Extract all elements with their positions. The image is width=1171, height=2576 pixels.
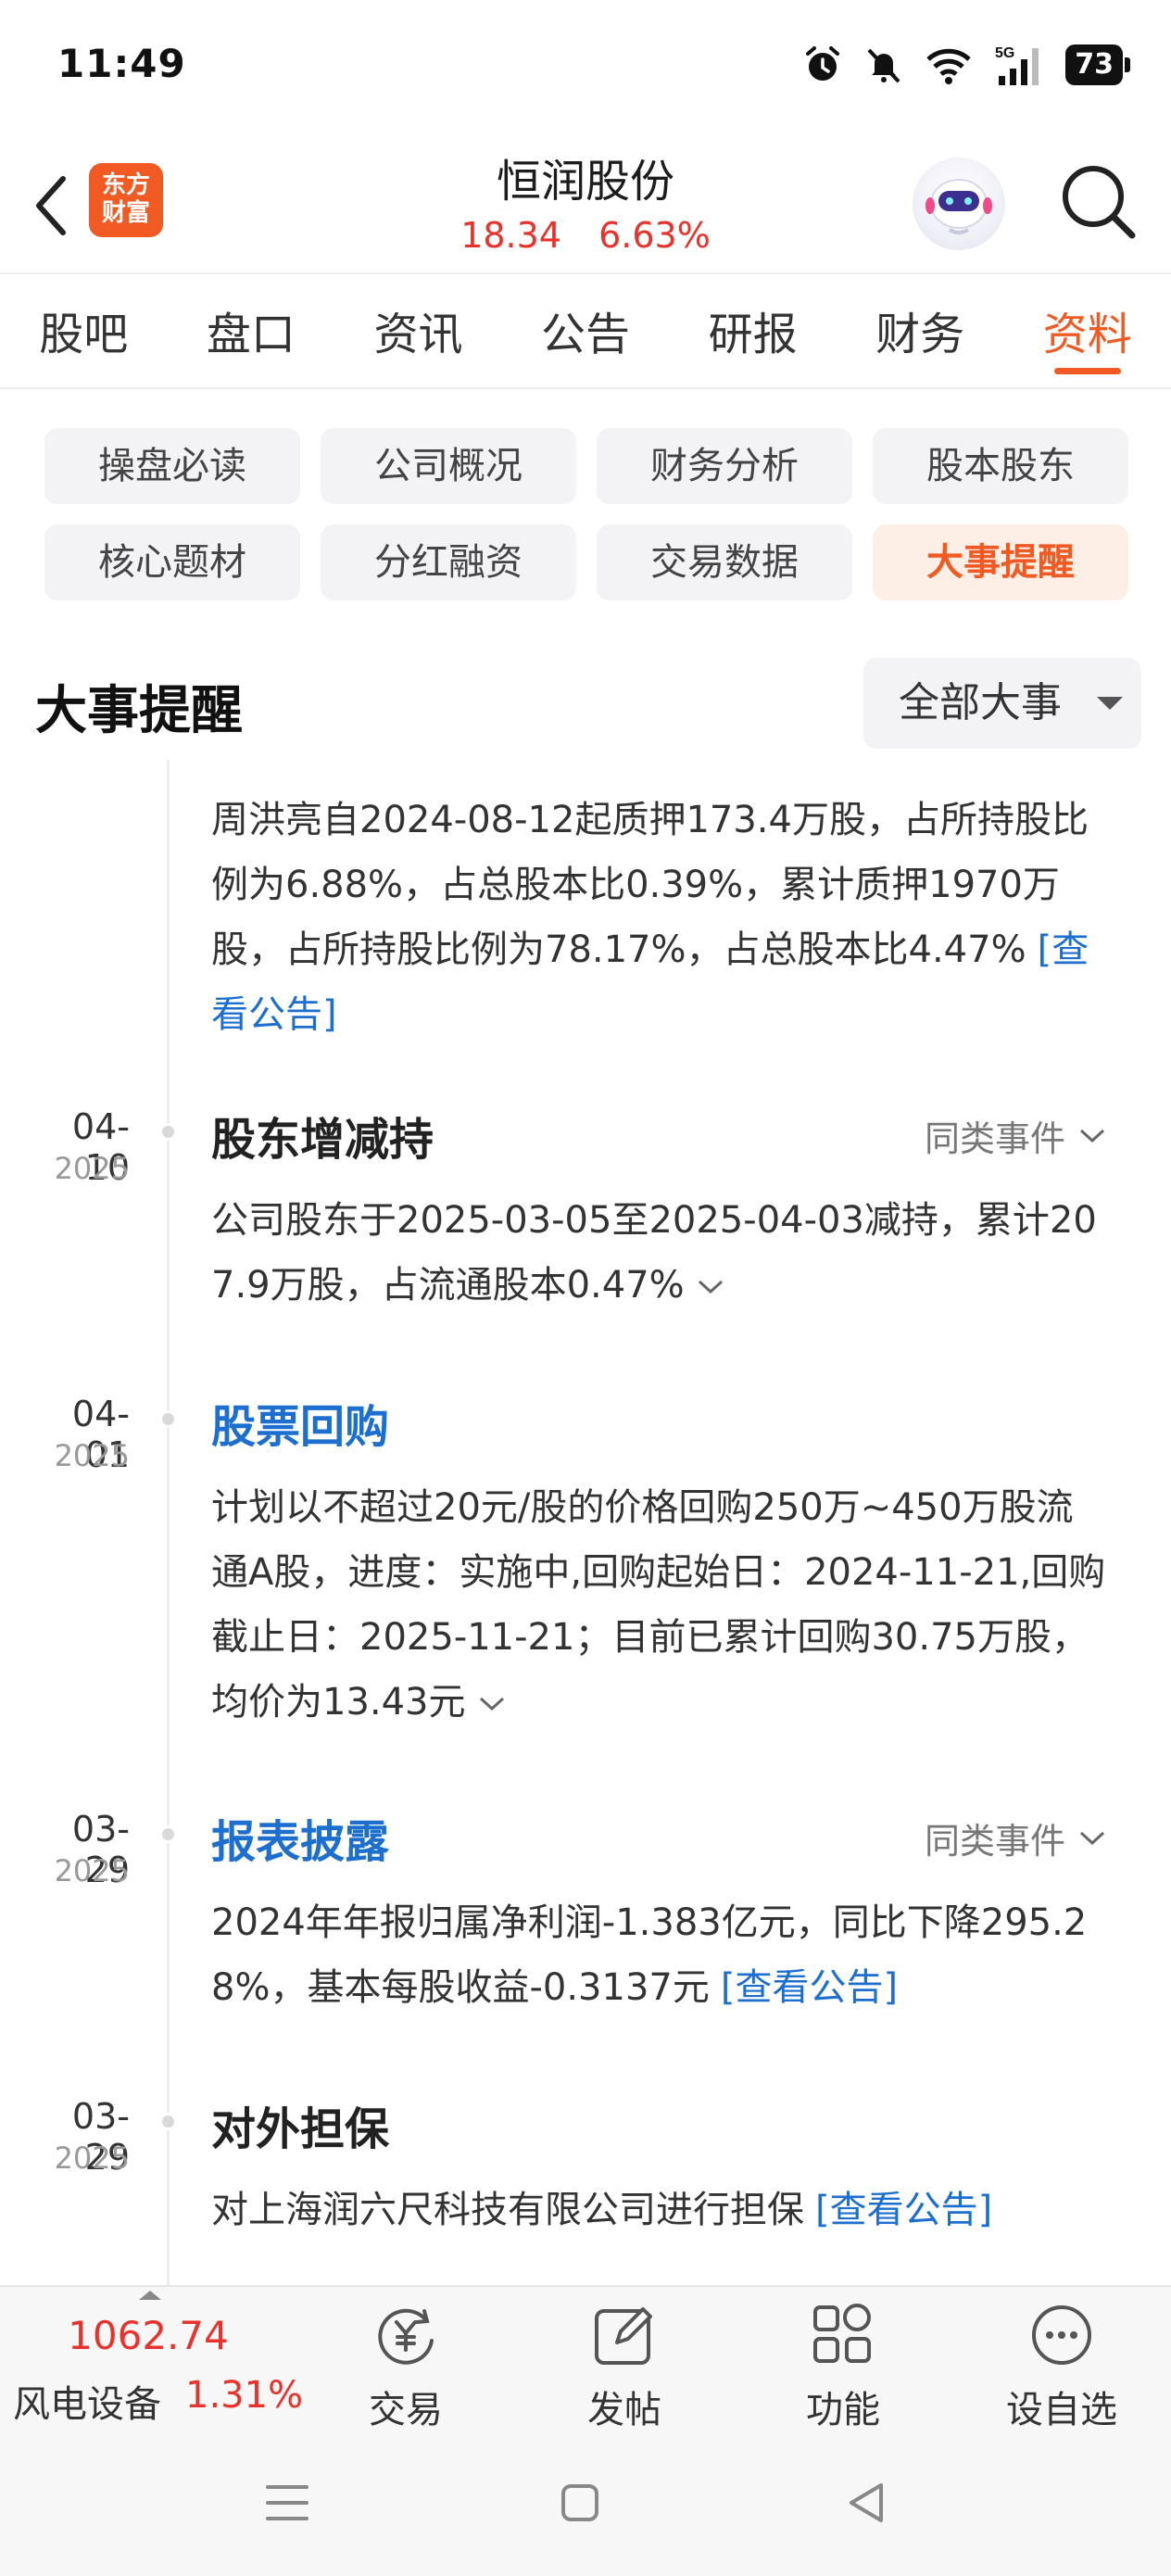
- post-label: 发帖: [587, 2389, 661, 2431]
- sector-index[interactable]: 1062.74 风电设备 1.31%: [0, 2287, 306, 2435]
- event-title-link[interactable]: 报表披露: [211, 1805, 389, 1870]
- submenu-dividends[interactable]: 分红融资: [321, 524, 576, 600]
- nav-home-button[interactable]: [543, 2470, 617, 2535]
- similar-events-label: 同类事件: [924, 1118, 1065, 1159]
- event-text: 对上海润六尺科技有限公司进行担保: [211, 2189, 804, 2231]
- search-icon: [1063, 166, 1136, 239]
- trade-button[interactable]: 交易: [332, 2300, 480, 2431]
- system-nav-bar: [0, 2433, 1171, 2576]
- event-description: 2024年年报归属净利润-1.383亿元，同比下降295.28%，基本每股收益-…: [211, 1890, 1110, 2020]
- watchlist-label: 设自选: [1006, 2389, 1117, 2431]
- sector-change: 1.31%: [185, 2374, 304, 2417]
- bottom-action-bar: 1062.74 风电设备 1.31% 交易 发帖 功能 设自选: [0, 2285, 1171, 2433]
- events-timeline: 周洪亮自2024-08-12起质押173.4万股，占所持股比例为6.88%，占总…: [0, 760, 1171, 2285]
- expand-chevron-icon[interactable]: [477, 1695, 507, 1713]
- caret-up-icon: [139, 2291, 161, 2300]
- event-filter-dropdown[interactable]: 全部大事: [863, 658, 1141, 749]
- timeline-dot: [159, 1123, 177, 1141]
- stock-change: 6.63%: [598, 215, 711, 256]
- event-title: 股东增减持: [211, 1114, 434, 1166]
- submenu-financial-analysis[interactable]: 财务分析: [597, 428, 852, 504]
- event-description: 计划以不超过20元/股的价格回购250万~450万股流通A股，进度：实施中,回购…: [211, 1475, 1110, 1735]
- tab-guba[interactable]: 股吧: [0, 276, 168, 387]
- section-title: 大事提醒: [35, 681, 243, 741]
- home-square-icon: [561, 2484, 598, 2521]
- edit-icon: [595, 2307, 652, 2365]
- submenu-major-events[interactable]: 大事提醒: [873, 524, 1128, 600]
- tab-news[interactable]: 资讯: [334, 276, 502, 387]
- chevron-down-icon: [1079, 1831, 1105, 1845]
- nav-back-button[interactable]: [830, 2470, 904, 2535]
- event-text: 公司股东于2025-03-05至2025-04-03减持，累计207.9万股，占…: [211, 1199, 1097, 1307]
- timeline-dot: [159, 1825, 177, 1843]
- functions-button[interactable]: 功能: [769, 2300, 917, 2431]
- alarm-icon: [806, 46, 840, 81]
- event-description: 对上海润六尺科技有限公司进行担保 [查看公告]: [211, 2178, 1110, 2242]
- trade-label: 交易: [369, 2389, 443, 2431]
- event-title: 对外担保: [211, 2103, 390, 2155]
- similar-events-button[interactable]: 同类事件: [925, 1110, 1106, 1161]
- event-text: 周洪亮自2024-08-12起质押173.4万股，占所持股比例为6.88%，占总…: [211, 799, 1089, 971]
- dropdown-arrow-icon: [1097, 697, 1123, 710]
- main-tabs: 股吧 盘口 资讯 公告 研报 财务 资料: [0, 276, 1171, 389]
- wifi-icon: [926, 48, 971, 84]
- signal-icon: 5G: [995, 45, 1039, 85]
- submenu-core-themes[interactable]: 核心题材: [44, 524, 300, 600]
- event-description: 周洪亮自2024-08-12起质押173.4万股，占所持股比例为6.88%，占总…: [211, 788, 1110, 1047]
- status-time: 11:49: [57, 41, 186, 86]
- profile-submenu: 操盘必读 公司概况 财务分析 股本股东 核心题材 分红融资 交易数据 大事提醒: [44, 428, 1130, 600]
- filter-label: 全部大事: [899, 679, 1062, 726]
- tab-research[interactable]: 研报: [669, 276, 837, 387]
- nav-menu-button[interactable]: [250, 2470, 324, 2535]
- submenu-shareholders[interactable]: 股本股东: [873, 428, 1128, 504]
- status-bar: 11:49 5G 73: [0, 0, 1171, 130]
- more-circle-icon: [1032, 2305, 1091, 2365]
- post-button[interactable]: 发帖: [550, 2300, 699, 2431]
- tab-profile[interactable]: 资料: [1003, 276, 1171, 387]
- stock-header: 东方财富 恒润股份 18.34 6.63%: [0, 139, 1171, 274]
- expand-chevron-icon[interactable]: [696, 1278, 725, 1296]
- event-text: 2024年年报归属净利润-1.383亿元，同比下降295.28%，基本每股收益-…: [211, 1901, 1088, 2009]
- stock-price: 18.34: [460, 215, 561, 256]
- search-button[interactable]: [1056, 159, 1140, 243]
- submenu-trading-data[interactable]: 交易数据: [597, 524, 852, 600]
- timeline-dot: [159, 1410, 177, 1428]
- event-description: 公司股东于2025-03-05至2025-04-03减持，累计207.9万股，占…: [211, 1188, 1110, 1318]
- add-watchlist-button[interactable]: 设自选: [988, 2300, 1136, 2431]
- functions-label: 功能: [806, 2389, 880, 2431]
- tab-finance[interactable]: 财务: [837, 276, 1004, 387]
- assistant-avatar[interactable]: [913, 158, 1005, 250]
- yuan-cycle-icon: [378, 2308, 434, 2365]
- tab-announcements[interactable]: 公告: [502, 276, 670, 387]
- similar-events-label: 同类事件: [924, 1821, 1065, 1862]
- back-triangle-icon: [850, 2483, 883, 2522]
- sector-name: 风电设备: [13, 2383, 161, 2426]
- event-year: 2025: [54, 1853, 130, 1888]
- submenu-company-overview[interactable]: 公司概况: [321, 428, 576, 504]
- sector-index-value: 1062.74: [68, 2313, 229, 2358]
- event-text: 计划以不超过20元/股的价格回购250万~450万股流通A股，进度：实施中,回购…: [211, 1486, 1106, 1724]
- svg-text:5G: 5G: [995, 45, 1014, 61]
- timeline-line: [167, 760, 170, 2285]
- grid-icon: [813, 2304, 871, 2363]
- mute-icon: [867, 48, 900, 83]
- event-year: 2025: [54, 2140, 130, 2176]
- battery-indicator: 73: [1065, 44, 1130, 85]
- menu-icon: [266, 2485, 308, 2520]
- chevron-down-icon: [1079, 1129, 1105, 1143]
- tab-pankou[interactable]: 盘口: [168, 276, 335, 387]
- event-year: 2025: [54, 1438, 130, 1473]
- submenu-must-read[interactable]: 操盘必读: [44, 428, 300, 504]
- event-year: 2025: [54, 1151, 130, 1186]
- event-title-link[interactable]: 股票回购: [211, 1390, 389, 1455]
- similar-events-button[interactable]: 同类事件: [925, 1812, 1106, 1863]
- timeline-dot: [159, 2113, 177, 2130]
- view-announcement-link[interactable]: [查看公告]: [815, 2189, 992, 2231]
- robot-icon: [925, 179, 992, 234]
- status-icons: 5G 73: [802, 43, 1130, 87]
- view-announcement-link[interactable]: [查看公告]: [721, 1966, 898, 2009]
